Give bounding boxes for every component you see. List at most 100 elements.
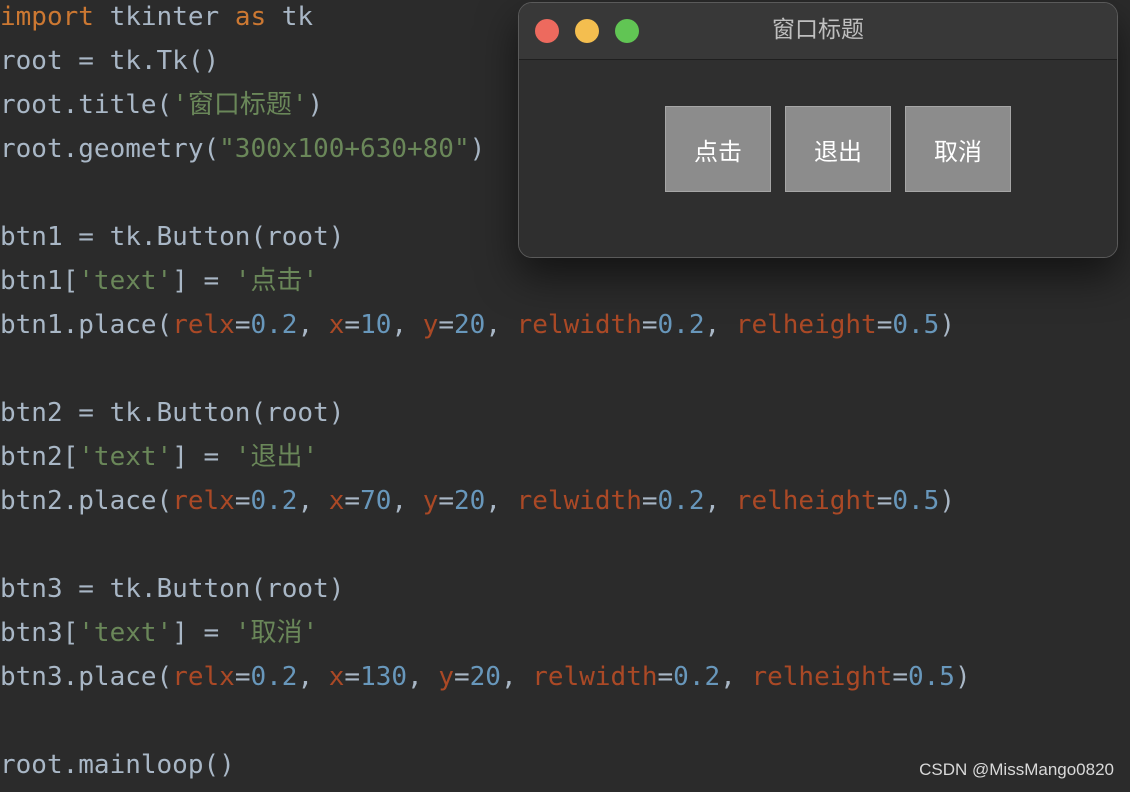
code-token: btn3 = tk.Button(root) [0, 574, 345, 604]
code-token: 'text' [78, 266, 173, 296]
code-token: = [876, 486, 893, 516]
window-titlebar[interactable]: 窗口标题 [519, 3, 1117, 60]
code-token: x [328, 486, 345, 516]
code-token: 0.2 [250, 486, 298, 516]
window-title: 窗口标题 [772, 17, 864, 43]
code-token: 10 [360, 310, 392, 340]
code-token: 20 [454, 486, 486, 516]
code-token: ) [954, 662, 971, 692]
code-token: '退出' [234, 442, 319, 472]
code-token: btn2.place( [0, 486, 173, 516]
code-token: = [641, 486, 658, 516]
code-line: btn3.place(relx=0.2, x=130, y=20, relwid… [0, 655, 971, 699]
code-token: '窗口标题' [172, 90, 308, 120]
code-token: 0.5 [908, 662, 955, 692]
click-button[interactable]: 点击 [665, 106, 771, 192]
code-token: y [422, 486, 439, 516]
code-token: root.mainloop() [0, 750, 235, 780]
code-token: = [876, 310, 893, 340]
code-token: = [234, 662, 251, 692]
code-token: 0.2 [657, 310, 705, 340]
code-token: ) [307, 90, 324, 120]
code-token: relheight [735, 310, 877, 340]
code-token: ) [939, 310, 955, 340]
code-token: root.geometry( [0, 134, 220, 164]
code-token: btn2[ [0, 442, 79, 472]
code-token: 0.2 [250, 310, 298, 340]
code-token: , [407, 662, 439, 692]
code-token: y [438, 662, 454, 692]
code-token: 130 [360, 662, 408, 692]
code-token: , [704, 486, 736, 516]
code-line: btn2 = tk.Button(root) [0, 391, 344, 435]
code-token: "300x100+630+80" [219, 134, 470, 164]
window-body: 点击 退出 取消 [519, 60, 1117, 257]
code-token: , [297, 310, 329, 340]
code-line: btn1.place(relx=0.2, x=10, y=20, relwidt… [0, 303, 955, 347]
code-token: import [0, 2, 110, 32]
code-token: '取消' [234, 618, 319, 648]
code-token: 0.5 [892, 310, 940, 340]
code-token: 0.2 [673, 662, 721, 692]
exit-button[interactable]: 退出 [785, 106, 891, 192]
code-line: btn3['text'] = '取消' [0, 611, 318, 655]
code-token: , [391, 310, 423, 340]
code-token: relwidth [532, 662, 658, 692]
code-token: btn1 = tk.Button(root) [0, 222, 345, 252]
code-token: = [892, 662, 908, 692]
code-token: relwidth [516, 486, 642, 516]
code-line: btn2['text'] = '退出' [0, 435, 318, 479]
code-token: 'text' [78, 442, 173, 472]
code-token: btn1[ [0, 266, 79, 296]
code-token: relx [172, 310, 235, 340]
code-token: = [657, 662, 674, 692]
code-token: btn1.place( [0, 310, 173, 340]
code-token: , [485, 486, 517, 516]
code-token: = [641, 310, 658, 340]
code-token: ] = [172, 266, 235, 296]
code-token: relheight [735, 486, 877, 516]
code-token: btn2 = tk.Button(root) [0, 398, 345, 428]
code-token: 0.2 [250, 662, 298, 692]
code-token: x [328, 310, 345, 340]
code-token: ] = [172, 442, 235, 472]
code-token: btn3[ [0, 618, 79, 648]
code-line: btn1 = tk.Button(root) [0, 215, 344, 259]
code-line: btn1['text'] = '点击' [0, 259, 318, 303]
watermark: CSDN @MissMango0820 [919, 760, 1114, 779]
code-line: root.geometry("300x100+630+80") [0, 127, 485, 171]
code-token: relwidth [516, 310, 642, 340]
tk-window[interactable]: 窗口标题 点击 退出 取消 [518, 2, 1118, 258]
code-token: = [234, 486, 251, 516]
code-token: , [297, 486, 329, 516]
code-token: as [234, 2, 282, 32]
code-token: 'text' [78, 618, 173, 648]
code-token: x [328, 662, 345, 692]
code-token: 0.5 [892, 486, 940, 516]
code-line: import tkinter as tk [0, 0, 313, 39]
code-token: y [422, 310, 439, 340]
code-token: , [391, 486, 423, 516]
code-token: ] = [172, 618, 235, 648]
code-token: 0.2 [657, 486, 705, 516]
code-token: root = tk.Tk() [0, 46, 220, 76]
code-token: tkinter [109, 2, 235, 32]
code-token: relheight [751, 662, 893, 692]
code-token: ) [939, 486, 955, 516]
code-token: , [720, 662, 752, 692]
code-token: = [344, 310, 361, 340]
code-line: root.mainloop() [0, 743, 235, 787]
code-token: 20 [469, 662, 501, 692]
code-token: relx [172, 662, 235, 692]
code-token: = [344, 662, 361, 692]
code-token: , [485, 310, 517, 340]
code-line: btn3 = tk.Button(root) [0, 567, 344, 611]
code-token: = [454, 662, 470, 692]
cancel-button[interactable]: 取消 [905, 106, 1011, 192]
code-token: = [344, 486, 361, 516]
code-line: root.title('窗口标题') [0, 83, 323, 127]
code-token: = [234, 310, 251, 340]
code-line: btn2.place(relx=0.2, x=70, y=20, relwidt… [0, 479, 955, 523]
code-token: tk [281, 2, 314, 32]
code-line: root = tk.Tk() [0, 39, 219, 83]
